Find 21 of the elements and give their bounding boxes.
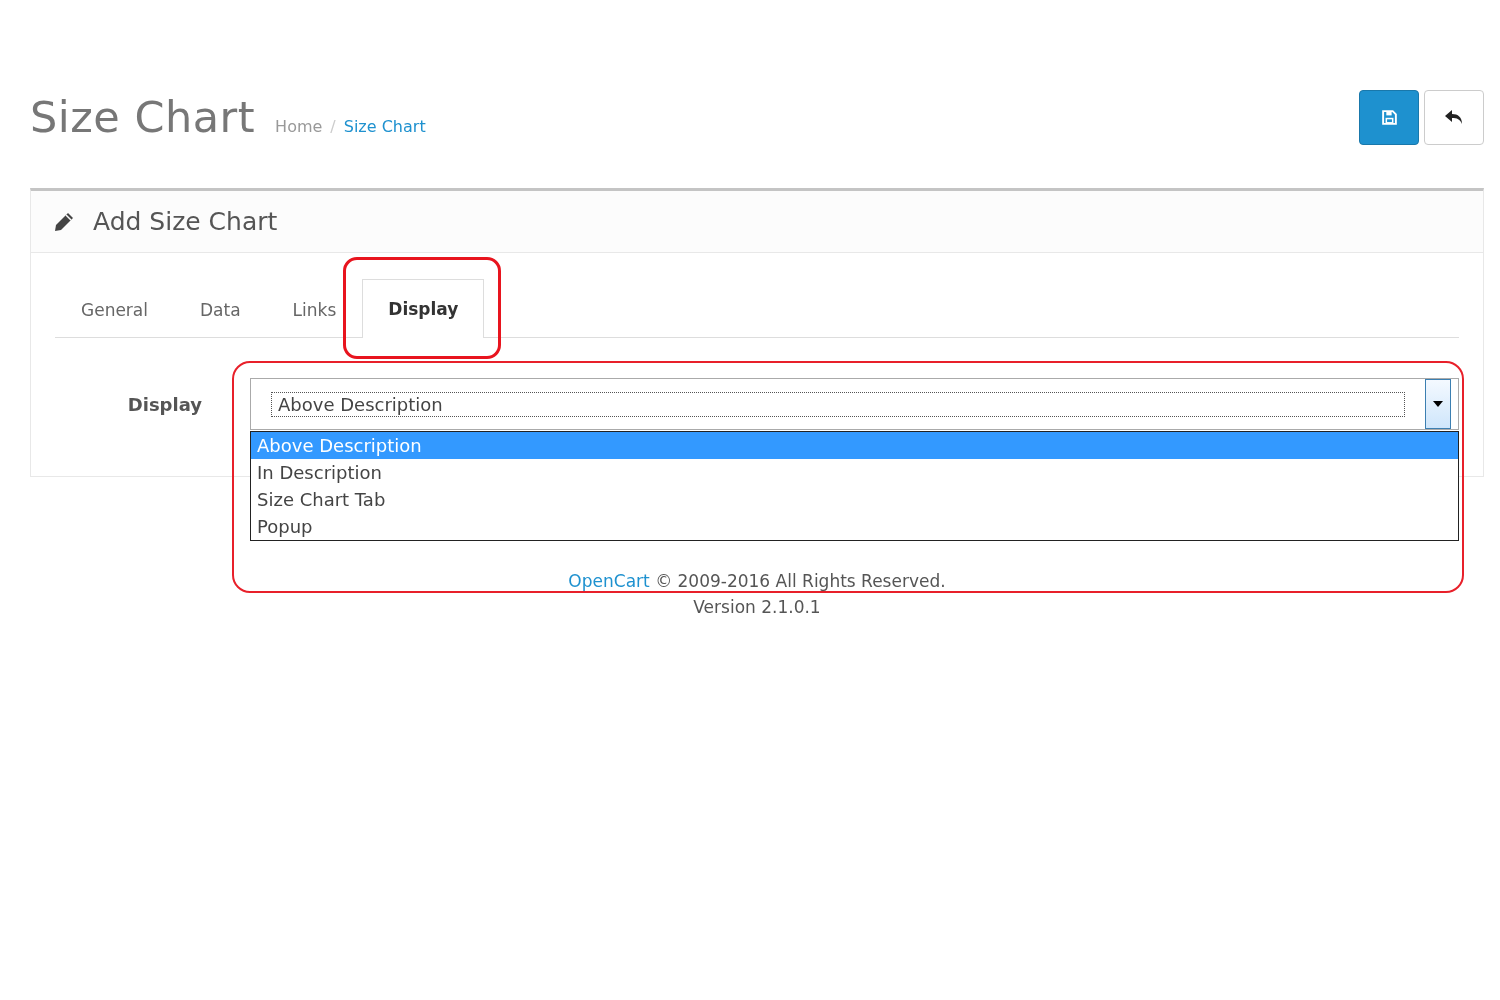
save-icon <box>1380 108 1398 126</box>
tab[interactable]: General <box>55 280 174 338</box>
opencart-link[interactable]: OpenCart <box>568 571 650 591</box>
version-text: Version 2.1.0.1 <box>693 597 821 617</box>
pencil-icon <box>53 210 75 233</box>
save-button[interactable] <box>1359 89 1419 145</box>
back-icon <box>1444 109 1464 125</box>
field-label: Display <box>126 393 203 415</box>
panel-title: Add Size Chart <box>93 207 278 236</box>
tab[interactable]: Links <box>266 280 363 338</box>
tab[interactable]: Display <box>362 279 485 338</box>
breadcrumb-link[interactable]: Size Chart <box>343 117 426 136</box>
dropdown-option[interactable]: In Description <box>251 459 1458 486</box>
dropdown-option[interactable]: Popup <box>251 513 1458 540</box>
breadcrumb-separator: / <box>330 117 336 136</box>
tab[interactable]: Data <box>174 280 267 338</box>
copyright-text: OpenCart © 2009-2016 All Rights Reserved. <box>568 571 946 591</box>
back-button[interactable] <box>1424 89 1484 145</box>
dropdown-option[interactable]: Size Chart Tab <box>251 486 1458 513</box>
display-select[interactable]: Above Description <box>250 378 1459 430</box>
page-title: Size Chart <box>30 92 256 142</box>
